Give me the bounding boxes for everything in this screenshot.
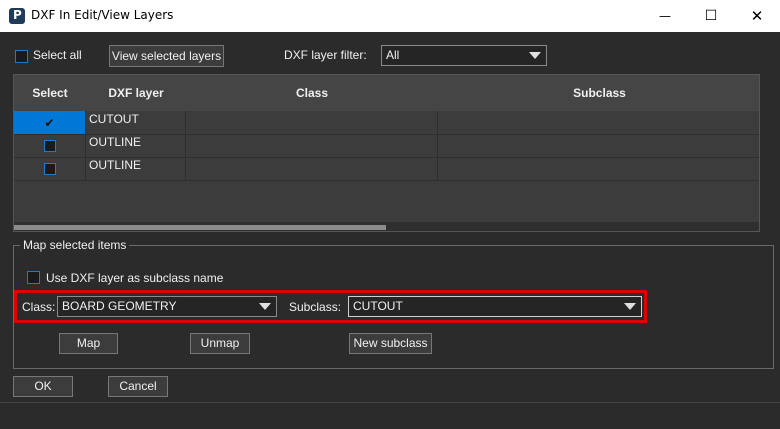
ok-button[interactable]: OK	[13, 376, 73, 397]
checkmark-icon[interactable]: ✔	[44, 117, 54, 129]
window-title: DXF In Edit/View Layers	[31, 8, 174, 22]
subclass-select-value: CUTOUT	[353, 299, 403, 313]
chevron-down-icon	[624, 303, 636, 310]
unmap-button[interactable]: Unmap	[190, 333, 250, 354]
scrollbar-thumb[interactable]	[14, 225, 386, 230]
row-layer-cell: CUTOUT	[86, 111, 186, 134]
row-select-cell[interactable]: ✔	[14, 111, 86, 134]
row-layer-cell: OUTLINE	[86, 157, 186, 180]
subclass-select[interactable]: CUTOUT	[348, 296, 642, 317]
row-subclass-cell[interactable]	[438, 111, 759, 134]
table-row[interactable]: OUTLINE	[14, 157, 759, 181]
table-row[interactable]: OUTLINE	[14, 134, 759, 158]
select-all-label: Select all	[33, 48, 82, 62]
class-select-value: BOARD GEOMETRY	[62, 299, 177, 313]
row-class-cell[interactable]	[186, 134, 438, 157]
row-subclass-cell[interactable]	[438, 157, 759, 180]
select-all-checkbox[interactable]	[15, 50, 28, 63]
cancel-button[interactable]: Cancel	[108, 376, 168, 397]
minimize-button[interactable]: —	[642, 0, 688, 32]
use-subclass-checkbox[interactable]	[27, 271, 40, 284]
row-select-cell[interactable]	[14, 134, 86, 157]
row-subclass-cell[interactable]	[438, 134, 759, 157]
table-row[interactable]: ✔ CUTOUT	[14, 111, 759, 135]
close-button[interactable]: ✕	[734, 0, 780, 32]
view-selected-layers-button[interactable]: View selected layers	[109, 45, 224, 67]
row-select-cell[interactable]	[14, 157, 86, 180]
map-selected-group-title: Map selected items	[20, 238, 130, 252]
row-class-cell[interactable]	[186, 111, 438, 134]
column-header-class[interactable]: Class	[186, 75, 439, 111]
row-layer-cell: OUTLINE	[86, 134, 186, 157]
column-header-subclass[interactable]: Subclass	[438, 75, 759, 111]
footer-divider	[0, 402, 780, 403]
dxf-layer-filter-value: All	[386, 48, 400, 62]
chevron-down-icon	[259, 303, 271, 310]
dxf-layer-filter-select[interactable]: All	[381, 45, 547, 66]
row-checkbox[interactable]	[44, 163, 56, 175]
maximize-button[interactable]: ☐	[688, 0, 734, 32]
horizontal-scrollbar[interactable]	[14, 222, 759, 231]
row-checkbox[interactable]	[44, 140, 56, 152]
new-subclass-button[interactable]: New subclass	[349, 333, 432, 354]
class-label: Class:	[22, 300, 56, 314]
class-select[interactable]: BOARD GEOMETRY	[57, 296, 277, 317]
column-header-dxf-layer[interactable]: DXF layer	[86, 75, 187, 111]
layers-table[interactable]: Select DXF layer Class Subclass ✔ CUTOUT…	[13, 74, 760, 232]
app-logo-icon	[9, 8, 25, 24]
dxf-layer-filter-label: DXF layer filter:	[284, 48, 367, 62]
map-button[interactable]: Map	[59, 333, 118, 354]
title-bar: DXF In Edit/View Layers — ☐ ✕	[0, 0, 780, 32]
row-class-cell[interactable]	[186, 157, 438, 180]
use-subclass-label: Use DXF layer as subclass name	[46, 271, 224, 285]
subclass-label: Subclass:	[289, 300, 342, 314]
column-header-select[interactable]: Select	[14, 75, 87, 111]
chevron-down-icon	[529, 52, 541, 59]
